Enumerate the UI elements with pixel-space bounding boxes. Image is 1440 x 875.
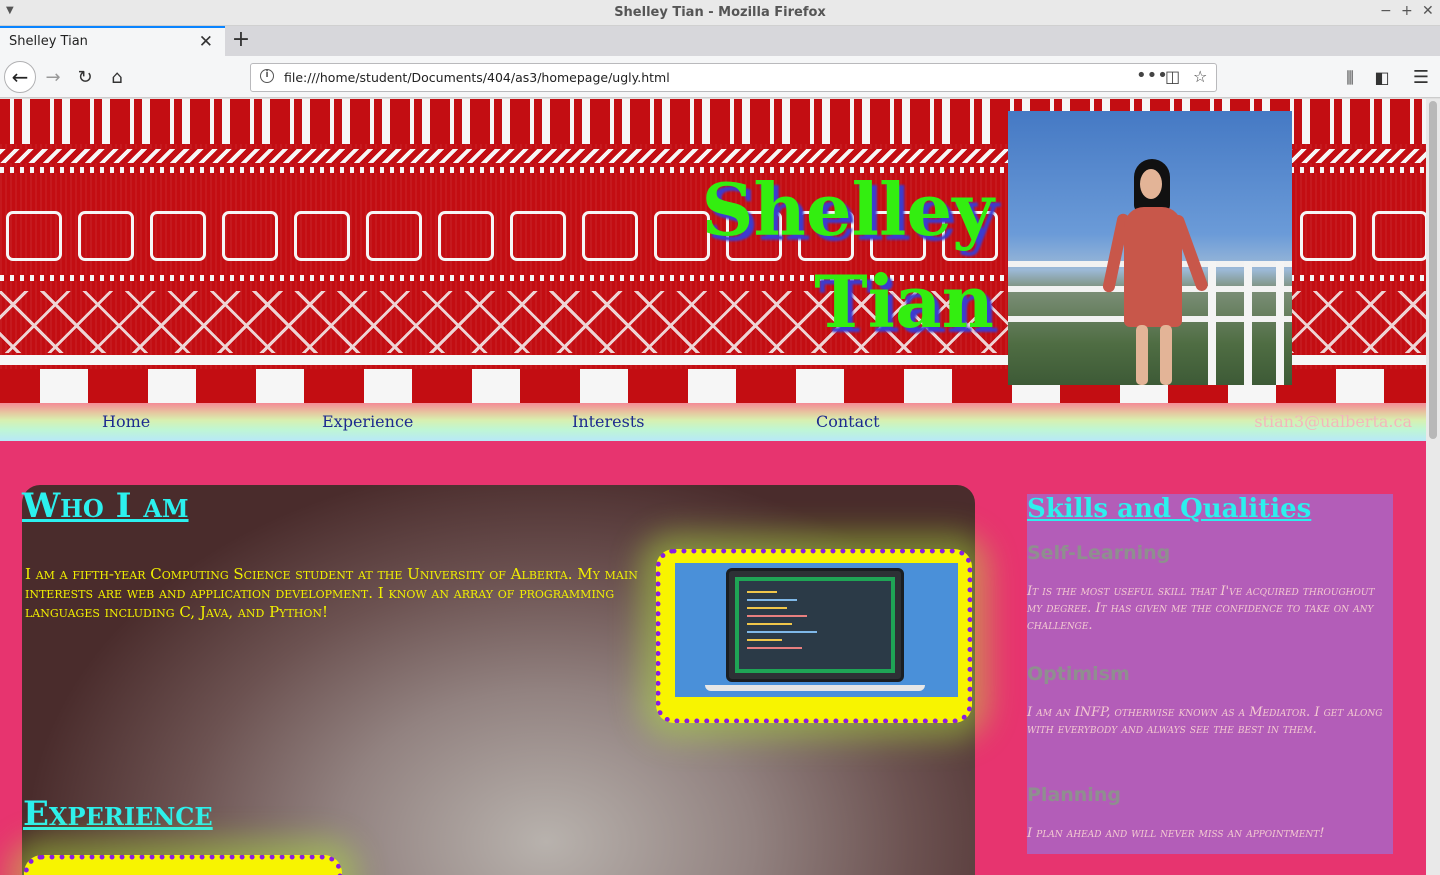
skills-panel: Skills and Qualities Self-Learning It is…	[1027, 494, 1393, 854]
site-nav: Home Experience Interests Contact stian3…	[0, 403, 1426, 441]
home-icon[interactable]: ⌂	[103, 64, 131, 92]
knit-face-motif	[510, 211, 566, 261]
tab-active[interactable]: Shelley Tian ✕	[0, 26, 225, 56]
url-bar[interactable]: i file:///home/student/Documents/404/as3…	[250, 63, 1217, 92]
laptop-code-image	[675, 563, 958, 697]
experience-heading: Experience	[23, 794, 213, 834]
knit-face-motif	[6, 211, 62, 261]
code-line	[747, 631, 817, 633]
knit-face-motif	[150, 211, 206, 261]
code-line	[747, 639, 782, 641]
skill-description: I plan ahead and will never miss an appo…	[1027, 826, 1325, 841]
photo-railing-post	[1276, 261, 1284, 385]
url-text[interactable]: file:///home/student/Documents/404/as3/h…	[284, 70, 670, 85]
experience-image-frame	[24, 855, 342, 875]
photo-person-leg	[1136, 325, 1148, 385]
hamburger-menu-icon[interactable]: ☰	[1407, 64, 1435, 92]
site-info-icon[interactable]: i	[260, 69, 274, 83]
skill-title: Planning	[1027, 784, 1121, 806]
minimize-icon[interactable]: −	[1380, 3, 1392, 19]
tab-label: Shelley Tian	[9, 34, 88, 49]
skill-title: Optimism	[1027, 663, 1130, 685]
page-scrollbar[interactable]	[1426, 99, 1440, 875]
knit-face-motif	[222, 211, 278, 261]
code-line	[747, 599, 797, 601]
new-tab-icon[interactable]: +	[230, 27, 252, 52]
who-i-am-heading: Who I am	[22, 486, 189, 526]
skills-heading: Skills and Qualities	[1027, 494, 1312, 524]
knit-face-motif	[438, 211, 494, 261]
knit-face-motif	[366, 211, 422, 261]
photo-railing-post	[1208, 261, 1216, 385]
contact-email[interactable]: stian3@ualberta.ca	[1254, 412, 1412, 431]
nav-link-experience[interactable]: Experience	[322, 412, 413, 431]
code-line	[747, 623, 792, 625]
profile-photo	[1008, 111, 1292, 385]
pocket-icon[interactable]: ◫	[1165, 67, 1180, 86]
page-actions-icon[interactable]: •••	[1136, 65, 1168, 86]
code-line	[747, 615, 807, 617]
code-line	[747, 647, 802, 649]
scrollbar-thumb[interactable]	[1429, 101, 1437, 439]
knit-face-motif	[294, 211, 350, 261]
laptop-terminal	[735, 577, 895, 673]
skill-description: I am an INFP, otherwise known as a Media…	[1027, 705, 1383, 737]
window-titlebar: ▼ Shelley Tian - Mozilla Firefox − + ✕	[0, 0, 1440, 26]
code-line	[747, 591, 777, 593]
intro-paragraph: I am a fifth-year Computing Science stud…	[25, 565, 638, 621]
skill-description: It is the most useful skill that I've ac…	[1027, 584, 1375, 633]
forward-icon[interactable]: →	[39, 64, 67, 92]
sidebar-icon[interactable]: ◧	[1368, 64, 1396, 92]
close-window-icon[interactable]: ✕	[1422, 3, 1434, 19]
laptop-code-window	[739, 581, 891, 669]
skill-title: Self-Learning	[1027, 542, 1171, 564]
knit-face-motif	[78, 211, 134, 261]
knit-face-motif	[1300, 211, 1356, 261]
window-title: Shelley Tian - Mozilla Firefox	[614, 5, 826, 20]
page-viewport: Shelley Tian Home Experience Interests C…	[0, 99, 1440, 875]
photo-person-face	[1140, 169, 1162, 199]
tab-strip: Shelley Tian ✕ +	[0, 26, 1440, 56]
knit-face-motif	[1372, 211, 1426, 261]
reload-icon[interactable]: ↻	[71, 64, 99, 92]
laptop-image-frame	[656, 549, 972, 723]
photo-person-dress	[1124, 207, 1182, 327]
nav-link-contact[interactable]: Contact	[816, 412, 880, 431]
nav-toolbar: ← → ↻ ⌂ i file:///home/student/Documents…	[0, 56, 1440, 98]
back-icon[interactable]: ←	[4, 61, 36, 93]
photo-railing-post	[1244, 261, 1252, 385]
nav-link-interests[interactable]: Interests	[572, 412, 645, 431]
maximize-icon[interactable]: +	[1401, 3, 1413, 19]
photo-person-leg	[1160, 325, 1172, 385]
name-first: Shelley	[701, 167, 995, 252]
name-last: Tian	[814, 259, 994, 344]
site-owner-name: Shelley Tian	[574, 164, 995, 348]
nav-link-home[interactable]: Home	[102, 412, 150, 431]
library-icon[interactable]: ⫼	[1336, 64, 1364, 92]
page-header: Shelley Tian	[0, 99, 1426, 403]
laptop-screen	[726, 568, 904, 682]
code-line	[747, 607, 787, 609]
laptop-base	[705, 685, 925, 691]
bookmark-star-icon[interactable]: ☆	[1193, 67, 1207, 86]
tab-close-icon[interactable]: ✕	[199, 32, 213, 52]
